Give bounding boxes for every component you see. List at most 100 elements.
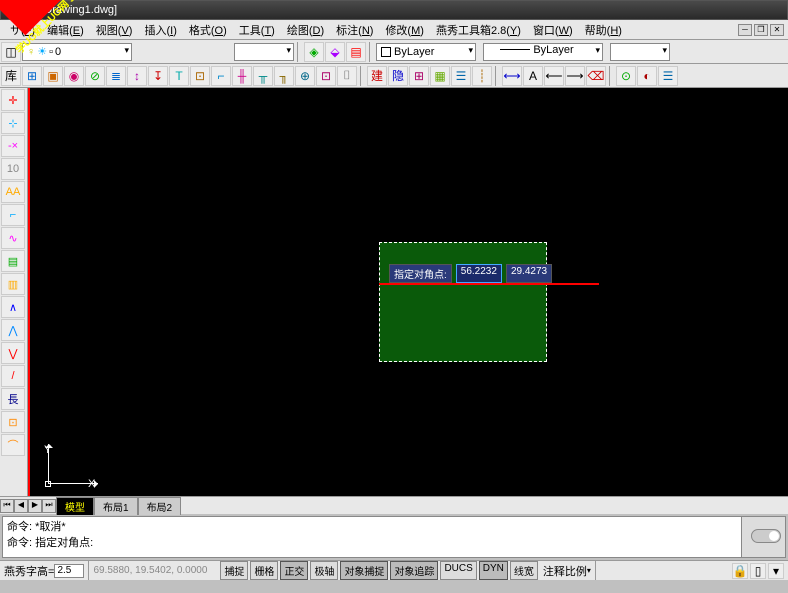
toolbar-icon-6[interactable]: ↕ bbox=[127, 66, 147, 86]
toolbar-icon-26[interactable]: A bbox=[523, 66, 543, 86]
cmd-toggle[interactable] bbox=[751, 529, 781, 543]
toolbar-icon-19[interactable]: 隐 bbox=[388, 66, 408, 86]
drawing-canvas[interactable]: 指定对角点: 56.2232 29.4273 Y X bbox=[28, 88, 788, 496]
left-tool-13[interactable]: 長 bbox=[1, 388, 25, 410]
menu-i[interactable]: 插入(I) bbox=[138, 20, 182, 40]
toolbar-icon-20[interactable]: ⊞ bbox=[409, 66, 429, 86]
toolbar-icon-1[interactable]: ⊞ bbox=[22, 66, 42, 86]
close-button[interactable]: ✕ bbox=[770, 24, 784, 36]
toolbar-icon-16[interactable]: ⌷ bbox=[337, 66, 357, 86]
status-极轴[interactable]: 极轴 bbox=[310, 561, 338, 580]
left-tool-1[interactable]: ⊹ bbox=[1, 112, 25, 134]
left-tool-2[interactable]: -× bbox=[1, 135, 25, 157]
menu-t[interactable]: 工具(T) bbox=[233, 20, 281, 40]
left-tool-14[interactable]: ⊡ bbox=[1, 411, 25, 433]
status-栅格[interactable]: 栅格 bbox=[250, 561, 278, 580]
status-线宽[interactable]: 线宽 bbox=[510, 561, 538, 580]
lock-icon[interactable]: 🔒 bbox=[732, 563, 748, 579]
toolbar-icon-22[interactable]: ☰ bbox=[451, 66, 471, 86]
maximize-button[interactable]: ❐ bbox=[754, 24, 768, 36]
color-dropdown[interactable] bbox=[234, 43, 294, 61]
status-DYN[interactable]: DYN bbox=[479, 561, 508, 580]
toolbar-icon-27[interactable]: ⟵ bbox=[544, 66, 564, 86]
toolbar-icon-31[interactable]: ⊙ bbox=[616, 66, 636, 86]
left-tool-12[interactable]: / bbox=[1, 365, 25, 387]
toolbar-icon-23[interactable]: ┊ bbox=[472, 66, 492, 86]
layout-tabs: ⏮ ◀ ▶ ⏭ 模型布局1布局2 bbox=[0, 496, 788, 514]
status-捕捉[interactable]: 捕捉 bbox=[220, 561, 248, 580]
toolbar-icon-29[interactable]: ⌫ bbox=[586, 66, 606, 86]
left-tool-8[interactable]: ▥ bbox=[1, 273, 25, 295]
toolbar-icon-10[interactable]: ⌐ bbox=[211, 66, 231, 86]
left-tool-11[interactable]: ⋁ bbox=[1, 342, 25, 364]
left-tool-10[interactable]: ⋀ bbox=[1, 319, 25, 341]
sb-icon-3[interactable]: ▾ bbox=[768, 563, 784, 579]
text-height-input[interactable] bbox=[54, 564, 84, 578]
dynamic-input-x[interactable]: 56.2232 bbox=[456, 264, 502, 283]
toolbar-icon-9[interactable]: ⊡ bbox=[190, 66, 210, 86]
menu-n[interactable]: 标注(N) bbox=[330, 20, 379, 40]
toolbar-icon-25[interactable]: ⟷ bbox=[502, 66, 522, 86]
toolbar-icon-28[interactable]: ⟶ bbox=[565, 66, 585, 86]
toolbar-icon-21[interactable]: ▦ bbox=[430, 66, 450, 86]
ucs-x-label: X bbox=[88, 478, 95, 490]
menu-v[interactable]: 视图(V) bbox=[90, 20, 139, 40]
tb-icon-2[interactable]: ⬙ bbox=[325, 42, 345, 62]
toolbar-icon-4[interactable]: ⊘ bbox=[85, 66, 105, 86]
title-bar: 2008 - [Drawing1.dwg] bbox=[0, 0, 788, 20]
tab-布局2[interactable]: 布局2 bbox=[138, 497, 182, 515]
tab-last-button[interactable]: ⏭ bbox=[42, 499, 56, 513]
tab-first-button[interactable]: ⏮ bbox=[0, 499, 14, 513]
menu-h[interactable]: 帮助(H) bbox=[579, 20, 628, 40]
command-history-line: 命令: *取消* bbox=[7, 519, 737, 535]
tb-icon-1[interactable]: ◈ bbox=[304, 42, 324, 62]
menu-d[interactable]: 绘图(D) bbox=[281, 20, 330, 40]
status-bar: 燕秀字高= 69.5880, 19.5402, 0.0000 捕捉栅格正交极轴对… bbox=[0, 560, 788, 580]
color-bylayer-dropdown[interactable]: ByLayer bbox=[376, 43, 476, 61]
toolbar-icon-12[interactable]: ╥ bbox=[253, 66, 273, 86]
lineweight-dropdown[interactable] bbox=[610, 43, 670, 61]
toolbar-icon-13[interactable]: ╖ bbox=[274, 66, 294, 86]
dynamic-input-y[interactable]: 29.4273 bbox=[506, 264, 552, 283]
minimize-button[interactable]: ─ bbox=[738, 24, 752, 36]
toolbar-icon-18[interactable]: 建 bbox=[367, 66, 387, 86]
toolbar-icon-7[interactable]: ↧ bbox=[148, 66, 168, 86]
status-对象捕捉[interactable]: 对象捕捉 bbox=[340, 561, 388, 580]
tab-布局1[interactable]: 布局1 bbox=[94, 497, 138, 515]
toolbar-icon-15[interactable]: ⊡ bbox=[316, 66, 336, 86]
toolbar-icon-14[interactable]: ⊕ bbox=[295, 66, 315, 86]
menu-w[interactable]: 窗口(W) bbox=[527, 20, 579, 40]
menu-o[interactable]: 格式(O) bbox=[183, 20, 233, 40]
left-tool-3[interactable]: 10 bbox=[1, 158, 25, 180]
toolbar-icon-0[interactable]: 库 bbox=[1, 66, 21, 86]
left-tool-6[interactable]: ∿ bbox=[1, 227, 25, 249]
status-对象追踪[interactable]: 对象追踪 bbox=[390, 561, 438, 580]
dynamic-input-label: 指定对角点: bbox=[389, 264, 452, 283]
toolbar-icon-2[interactable]: ▣ bbox=[43, 66, 63, 86]
text-height-label: 燕秀字高= bbox=[4, 563, 54, 579]
toolbar-icon-8[interactable]: T bbox=[169, 66, 189, 86]
toolbar-icon-32[interactable]: ◐ bbox=[637, 66, 657, 86]
toolbar-icon-5[interactable]: ≣ bbox=[106, 66, 126, 86]
menu-m[interactable]: 修改(M) bbox=[379, 20, 430, 40]
tab-模型[interactable]: 模型 bbox=[56, 497, 94, 515]
toolbar-icon-33[interactable]: ☰ bbox=[658, 66, 678, 86]
menu-y[interactable]: 燕秀工具箱2.8(Y) bbox=[430, 20, 527, 40]
toolbar-icon-11[interactable]: ╫ bbox=[232, 66, 252, 86]
left-tool-0[interactable]: ✛ bbox=[1, 89, 25, 111]
left-tool-4[interactable]: AA bbox=[1, 181, 25, 203]
left-tool-9[interactable]: ∧ bbox=[1, 296, 25, 318]
command-window[interactable]: 命令: *取消* 命令: 指定对角点: bbox=[2, 516, 786, 558]
linetype-dropdown[interactable]: ByLayer bbox=[483, 43, 603, 61]
tab-next-button[interactable]: ▶ bbox=[28, 499, 42, 513]
sb-icon-2[interactable]: ▯ bbox=[750, 563, 766, 579]
left-tool-5[interactable]: ⌐ bbox=[1, 204, 25, 226]
status-正交[interactable]: 正交 bbox=[280, 561, 308, 580]
status-DUCS[interactable]: DUCS bbox=[440, 561, 476, 580]
tb-icon-3[interactable]: ▤ bbox=[346, 42, 366, 62]
tab-prev-button[interactable]: ◀ bbox=[14, 499, 28, 513]
left-tool-15[interactable]: ⌒ bbox=[1, 434, 25, 456]
left-tool-7[interactable]: ▤ bbox=[1, 250, 25, 272]
layer-dropdown[interactable]: ♀☀▫ 0 bbox=[22, 43, 132, 61]
toolbar-icon-3[interactable]: ◉ bbox=[64, 66, 84, 86]
